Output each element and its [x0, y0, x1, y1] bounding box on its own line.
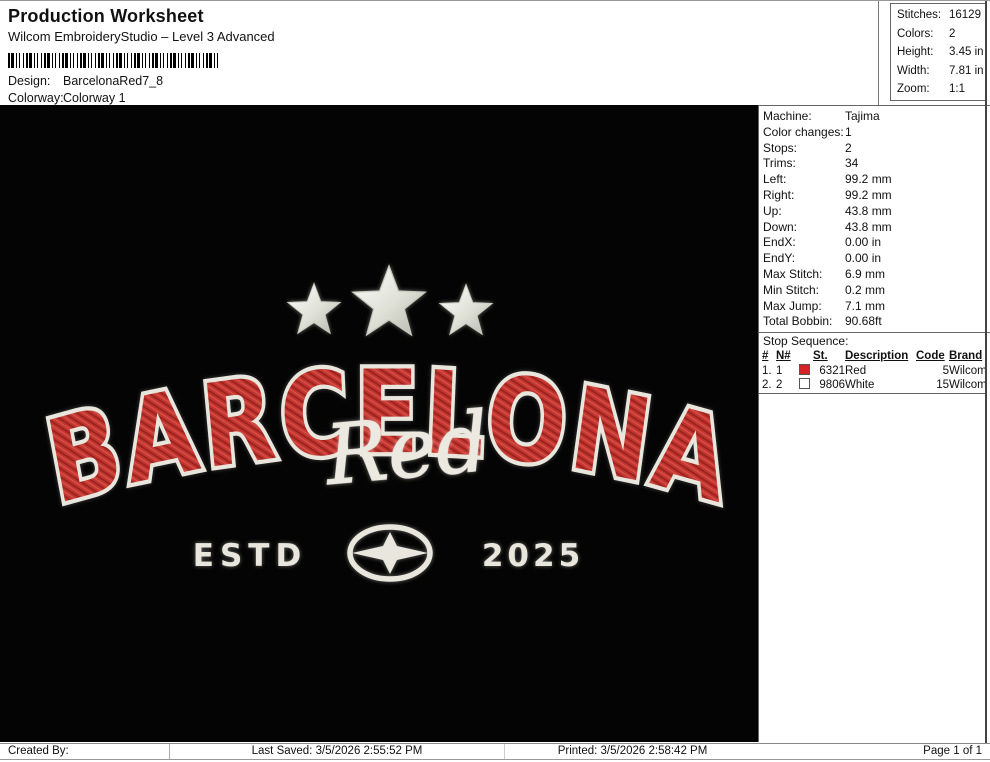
- stop-table-header: # N# St. Description Code Brand: [762, 349, 989, 364]
- script-word: Red: [320, 395, 492, 504]
- table-row: 1. 1 6321 Red 5 Wilcom: [762, 364, 989, 379]
- stat-stitches: Stitches:16129: [897, 6, 985, 25]
- star-center-icon: [353, 266, 425, 335]
- page-number: Page 1 of 1: [760, 744, 990, 759]
- design-name-row: Design:BarcelonaRed7_8: [8, 74, 163, 88]
- footer: Created By: Last Saved: 3/5/2026 2:55:52…: [0, 743, 990, 760]
- thread-color-swatch: [799, 378, 810, 389]
- page-right-border: [985, 1, 987, 759]
- thread-color-swatch: [799, 364, 810, 375]
- stop-sequence-label: Stop Sequence:: [759, 333, 990, 349]
- header: Production Worksheet Wilcom EmbroiderySt…: [0, 1, 878, 105]
- machine-row: Stops:2: [763, 141, 990, 157]
- software-subtitle: Wilcom EmbroideryStudio – Level 3 Advanc…: [8, 29, 275, 44]
- machine-row: Trims:34: [763, 156, 990, 172]
- machine-row: Color changes:1: [763, 125, 990, 141]
- header-divider: [878, 1, 879, 105]
- machine-rows: Machine:Tajima Color changes:1 Stops:2 T…: [759, 106, 990, 332]
- machine-row: Min Stitch:0.2 mm: [763, 283, 990, 299]
- colorway-value: Colorway 1: [63, 91, 126, 105]
- colorway-label: Colorway:: [8, 91, 63, 105]
- estd-text: ESTD: [193, 538, 307, 574]
- printed-timestamp: Printed: 3/5/2026 2:58:42 PM: [505, 744, 760, 759]
- stat-zoom: Zoom:1:1: [897, 80, 985, 99]
- design-label: Design:: [8, 74, 63, 88]
- table-row: 2. 2 9806 White 15 Wilcom: [762, 378, 989, 393]
- star-right-icon: [440, 284, 492, 334]
- machine-row: Down:43.8 mm: [763, 220, 990, 236]
- stat-width: Width:7.81 in: [897, 62, 985, 81]
- machine-row: EndX:0.00 in: [763, 235, 990, 251]
- colorway-row: Colorway:Colorway 1: [8, 91, 126, 105]
- machine-row: Left:99.2 mm: [763, 172, 990, 188]
- stat-height: Height:3.45 in: [897, 43, 985, 62]
- design-barcode: [8, 53, 220, 68]
- machine-row: Right:99.2 mm: [763, 188, 990, 204]
- machine-row: Up:43.8 mm: [763, 204, 990, 220]
- created-by-field: Created By:: [0, 744, 170, 759]
- stats-box: Stitches:16129 Colors:2 Height:3.45 in W…: [890, 3, 986, 101]
- machine-row: Max Stitch:6.9 mm: [763, 267, 990, 283]
- machine-row: Total Bobbin:90.68ft: [763, 314, 990, 330]
- year-text: 2025: [482, 538, 584, 574]
- star-left-icon: [288, 283, 340, 333]
- page-title: Production Worksheet: [8, 6, 204, 27]
- stat-colors: Colors:2: [897, 25, 985, 44]
- stop-sequence-table: # N# St. Description Code Brand 1. 1 632…: [762, 349, 989, 393]
- machine-row: Max Jump:7.1 mm: [763, 299, 990, 315]
- last-saved-timestamp: Last Saved: 3/5/2026 2:55:52 PM: [170, 744, 505, 759]
- design-preview: BARCELONA Red ESTD 2025: [0, 105, 759, 742]
- estd-row: ESTD 2025: [193, 527, 584, 579]
- table-bottom-border: [759, 393, 987, 394]
- machine-info-panel: Machine:Tajima Color changes:1 Stops:2 T…: [758, 105, 990, 742]
- oval-star-logo-icon: [350, 527, 430, 579]
- production-worksheet-page: Production Worksheet Wilcom EmbroiderySt…: [0, 0, 990, 762]
- embroidery-design-svg: BARCELONA Red ESTD 2025: [0, 105, 759, 742]
- stars-row: [288, 266, 492, 335]
- machine-row: EndY:0.00 in: [763, 251, 990, 267]
- machine-row: Machine:Tajima: [763, 109, 990, 125]
- design-value: BarcelonaRed7_8: [63, 74, 163, 88]
